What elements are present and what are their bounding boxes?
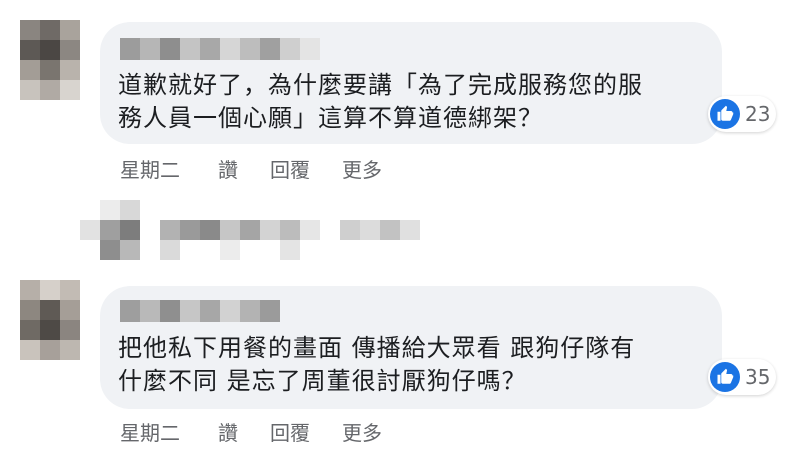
avatar[interactable]: [20, 280, 80, 360]
like-button[interactable]: 讚: [218, 154, 238, 183]
comment-2: 把他私下用餐的畫面 傳播給大眾看 跟狗仔隊有 什麼不同 是忘了周董很討厭狗仔嗎？…: [0, 280, 800, 469]
comment-time[interactable]: 星期二: [120, 417, 180, 446]
more-button[interactable]: 更多: [342, 417, 382, 446]
reply-preview[interactable]: [80, 200, 420, 260]
reaction-count: 23: [745, 102, 771, 126]
comment-text-line-1: 把他私下用餐的畫面 傳播給大眾看 跟狗仔隊有: [118, 334, 636, 362]
comment-1: 道歉就好了，為什麼要講「為了完成服務您的服 務人員一個心願」這算不算道德綁架？ …: [0, 0, 800, 190]
comment-actions: 星期二 讚 回覆 更多: [120, 154, 382, 183]
reaction-summary[interactable]: 23: [708, 96, 777, 132]
comment-actions: 星期二 讚 回覆 更多: [120, 417, 382, 446]
commenter-name[interactable]: [120, 300, 280, 322]
reply-button[interactable]: 回覆: [270, 154, 310, 183]
reaction-count: 35: [745, 365, 771, 389]
thumbs-up-icon: [710, 99, 740, 129]
comment-text-line-1: 道歉就好了，為什麼要講「為了完成服務您的服: [118, 71, 643, 99]
avatar[interactable]: [20, 20, 80, 100]
comment-time[interactable]: 星期二: [120, 154, 180, 183]
comment-text-line-2: 務人員一個心願」這算不算道德綁架？: [118, 104, 543, 132]
reaction-summary[interactable]: 35: [708, 359, 777, 395]
thumbs-up-icon: [710, 362, 740, 392]
like-button[interactable]: 讚: [218, 417, 238, 446]
commenter-name[interactable]: [120, 38, 320, 60]
comment-text-line-2: 什麼不同 是忘了周董很討厭狗仔嗎？: [118, 367, 527, 395]
reply-button[interactable]: 回覆: [270, 417, 310, 446]
more-button[interactable]: 更多: [342, 154, 382, 183]
